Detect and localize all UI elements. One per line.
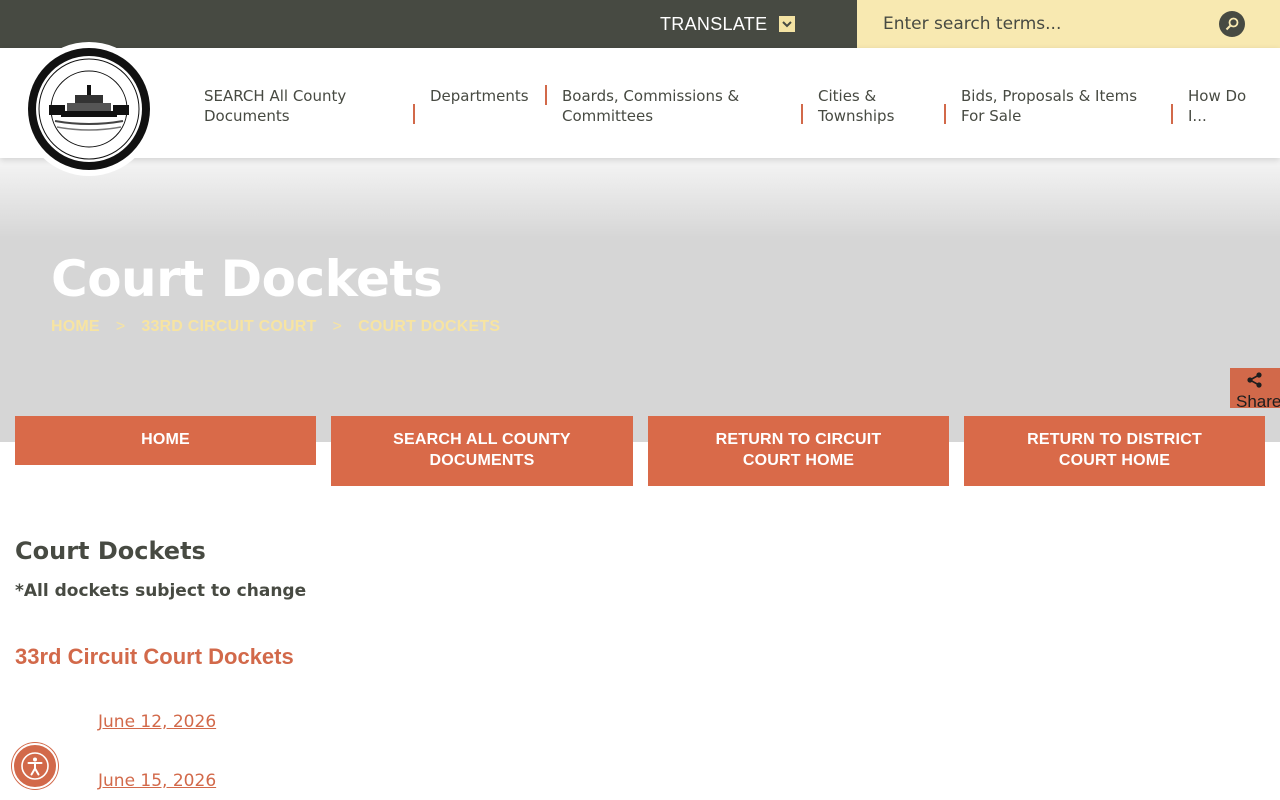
nav-boards-commissions-committees[interactable]: Boards, Commissions & Committees <box>562 86 739 126</box>
nav-departments[interactable]: Departments <box>430 86 529 106</box>
nav-divider <box>944 104 946 124</box>
breadcrumb-separator: > <box>332 318 343 335</box>
nav-divider <box>545 85 547 105</box>
nav-divider <box>413 104 415 124</box>
dockets-disclaimer: *All dockets subject to change <box>15 581 307 601</box>
main-header: SEARCH All County Documents Departments … <box>0 42 1280 176</box>
nav-search-all-county-documents[interactable]: SEARCH All County Documents <box>204 86 346 126</box>
share-button[interactable]: Share <box>1230 368 1280 408</box>
accessibility-button[interactable] <box>12 743 58 789</box>
circuit-court-dockets-heading: 33rd Circuit Court Dockets <box>15 644 294 669</box>
home-button[interactable]: HOME <box>15 416 316 465</box>
county-seal-icon <box>28 48 150 170</box>
translate-label: TRANSLATE <box>660 13 768 34</box>
search-bar <box>857 0 1280 48</box>
nav-divider <box>801 104 803 124</box>
hero-banner: Court Dockets HOME > 33RD CIRCUIT COURT … <box>0 158 1280 442</box>
chevron-down-icon <box>779 16 796 32</box>
top-bar: TRANSLATE <box>0 0 1280 48</box>
search-all-county-documents-button[interactable]: SEARCH ALL COUNTY DOCUMENTS <box>331 416 633 486</box>
nav-divider <box>1171 104 1173 124</box>
breadcrumb-court-dockets: COURT DOCKETS <box>358 318 501 335</box>
breadcrumb: HOME > 33RD CIRCUIT COURT > COURT DOCKET… <box>51 318 500 336</box>
content-title: Court Dockets <box>15 537 206 565</box>
nav-cities-townships[interactable]: Cities & Townships <box>818 86 894 126</box>
return-to-district-court-home-button[interactable]: RETURN TO DISTRICT COURT HOME <box>964 416 1265 486</box>
page-title: Court Dockets <box>51 250 443 308</box>
search-icon <box>1225 17 1239 31</box>
return-to-circuit-court-home-button[interactable]: RETURN TO CIRCUIT COURT HOME <box>648 416 949 486</box>
share-icon <box>1247 372 1262 388</box>
docket-link[interactable]: June 12, 2026 <box>98 712 216 732</box>
breadcrumb-33rd-circuit-court[interactable]: 33RD CIRCUIT COURT <box>141 318 316 336</box>
translate-dropdown[interactable]: TRANSLATE <box>660 0 796 48</box>
breadcrumb-home[interactable]: HOME <box>51 318 100 336</box>
county-seal-logo[interactable] <box>22 42 156 176</box>
nav-bids-proposals-items[interactable]: Bids, Proposals & Items For Sale <box>961 86 1137 126</box>
search-input[interactable] <box>883 0 1203 48</box>
nav-how-do-i[interactable]: How Do I... <box>1188 86 1246 126</box>
share-label: Share <box>1236 392 1280 408</box>
accessibility-icon <box>21 752 49 780</box>
breadcrumb-separator: > <box>115 318 126 335</box>
docket-link[interactable]: June 15, 2026 <box>98 771 216 791</box>
search-button[interactable] <box>1219 11 1245 37</box>
